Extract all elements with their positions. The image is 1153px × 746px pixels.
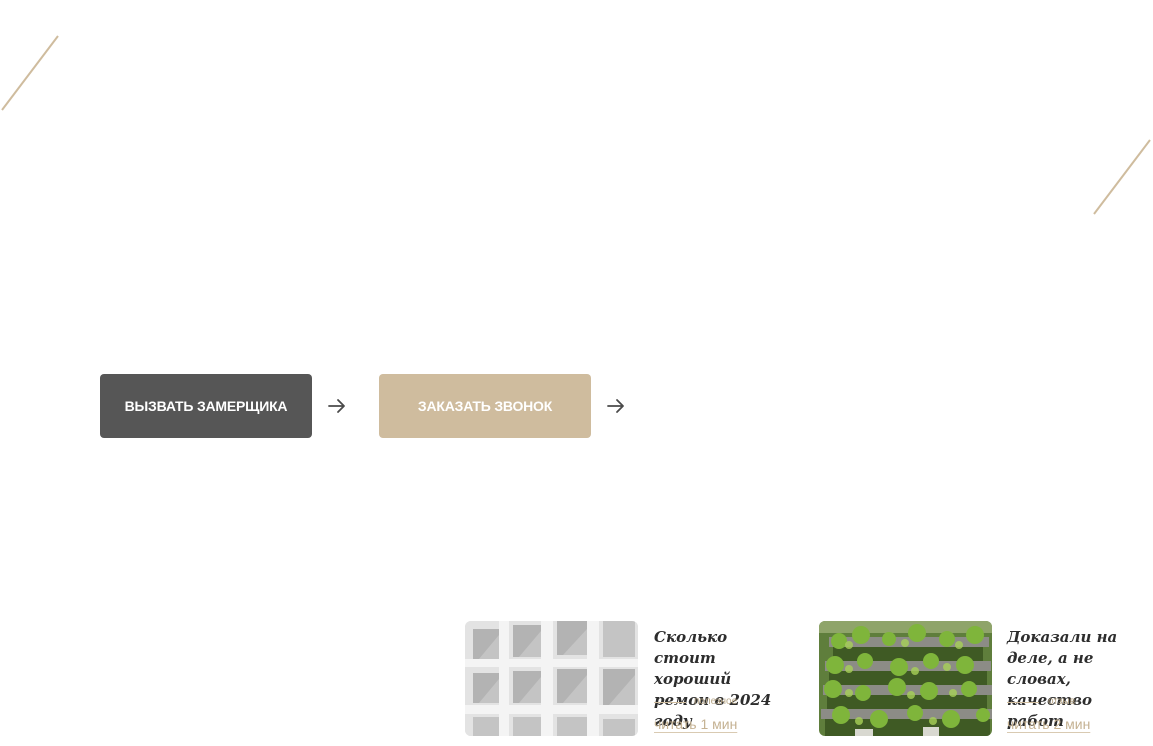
article-image-green-building[interactable] — [819, 621, 992, 736]
article-read-link[interactable]: читать 2 мин — [1007, 715, 1090, 733]
call-measurer-button[interactable]: ВЫЗВАТЬ ЗАМЕРЩИКА — [100, 374, 312, 438]
tag-divider — [1007, 702, 1039, 703]
request-callback-button[interactable]: ЗАКАЗАТЬ ЗВОНОК — [379, 374, 591, 438]
arrow-right-icon[interactable] — [327, 396, 347, 416]
article-tag: отзыв — [1048, 696, 1076, 707]
decorative-line-top-left — [1, 35, 59, 111]
decorative-line-top-right — [1093, 139, 1151, 215]
arrow-right-icon[interactable] — [606, 396, 626, 416]
article-read-link[interactable]: читать 1 мин — [654, 715, 737, 733]
article-tag: полезное — [694, 696, 738, 707]
article-image-concrete-facade[interactable] — [465, 621, 638, 736]
tag-divider — [654, 702, 686, 703]
